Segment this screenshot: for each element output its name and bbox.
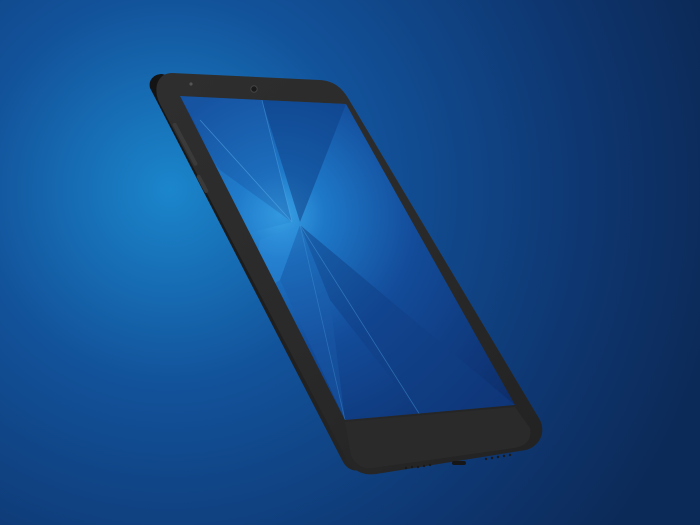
proximity-sensor <box>189 82 193 86</box>
phone-mockup-scene <box>0 0 700 525</box>
scene-graphic <box>0 0 700 525</box>
usb-port <box>452 461 466 465</box>
front-camera <box>250 85 258 93</box>
